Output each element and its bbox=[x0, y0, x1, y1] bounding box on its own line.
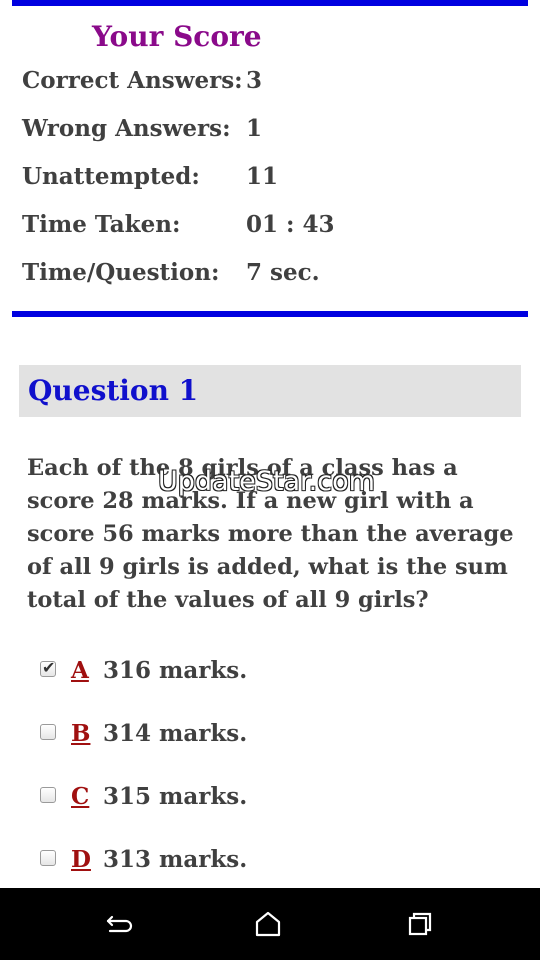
system-nav-bar bbox=[0, 888, 540, 960]
home-icon bbox=[255, 911, 281, 937]
option-letter[interactable]: B bbox=[71, 717, 90, 751]
back-icon bbox=[106, 915, 133, 933]
option-d[interactable]: D 313 marks. bbox=[40, 843, 520, 879]
score-title: Your Score bbox=[92, 20, 262, 53]
score-label: Time Taken: bbox=[22, 211, 181, 238]
score-value: 7 sec. bbox=[246, 259, 320, 286]
score-label: Wrong Answers: bbox=[22, 115, 231, 142]
option-letter[interactable]: A bbox=[71, 654, 89, 688]
option-b-checkbox[interactable] bbox=[40, 724, 56, 740]
score-row-wrong: Wrong Answers: 1 bbox=[22, 113, 522, 145]
score-value: 11 bbox=[246, 163, 279, 190]
option-c-checkbox[interactable] bbox=[40, 787, 56, 803]
quiz-result-screen: Your Score Correct Answers: 3 Wrong Answ… bbox=[0, 0, 540, 960]
option-letter[interactable]: C bbox=[71, 780, 89, 814]
score-label: Time/Question: bbox=[22, 259, 220, 286]
option-text: 316 marks. bbox=[103, 657, 248, 684]
option-text: 314 marks. bbox=[103, 720, 248, 747]
score-row-correct: Correct Answers: 3 bbox=[22, 65, 522, 97]
score-value: 01 : 43 bbox=[246, 211, 335, 238]
score-label: Unattempted: bbox=[22, 163, 200, 190]
option-a-checkbox[interactable]: ✔ bbox=[40, 658, 56, 677]
back-button[interactable] bbox=[100, 908, 140, 940]
score-value: 3 bbox=[246, 67, 263, 94]
section-divider bbox=[12, 311, 528, 317]
option-a[interactable]: ✔ A 316 marks. bbox=[40, 654, 520, 690]
option-b[interactable]: B 314 marks. bbox=[40, 717, 520, 753]
score-row-time-taken: Time Taken: 01 : 43 bbox=[22, 209, 522, 241]
recents-icon bbox=[408, 912, 432, 936]
question-header: Question 1 bbox=[19, 365, 521, 417]
option-text: 313 marks. bbox=[103, 846, 248, 873]
home-button[interactable] bbox=[248, 908, 288, 940]
question-title: Question 1 bbox=[28, 374, 199, 407]
score-value: 1 bbox=[246, 115, 263, 142]
option-text: 315 marks. bbox=[103, 783, 248, 810]
top-divider bbox=[12, 0, 528, 6]
option-letter[interactable]: D bbox=[71, 843, 91, 877]
option-d-checkbox[interactable] bbox=[40, 850, 56, 866]
score-label: Correct Answers: bbox=[22, 67, 243, 94]
score-row-unattempted: Unattempted: 11 bbox=[22, 161, 522, 193]
recents-button[interactable] bbox=[400, 908, 440, 940]
option-c[interactable]: C 315 marks. bbox=[40, 780, 520, 816]
score-row-time-per-question: Time/Question: 7 sec. bbox=[22, 257, 522, 289]
watermark: UpdateStar.com bbox=[158, 466, 375, 497]
checkmark-icon: ✔ bbox=[42, 658, 56, 677]
